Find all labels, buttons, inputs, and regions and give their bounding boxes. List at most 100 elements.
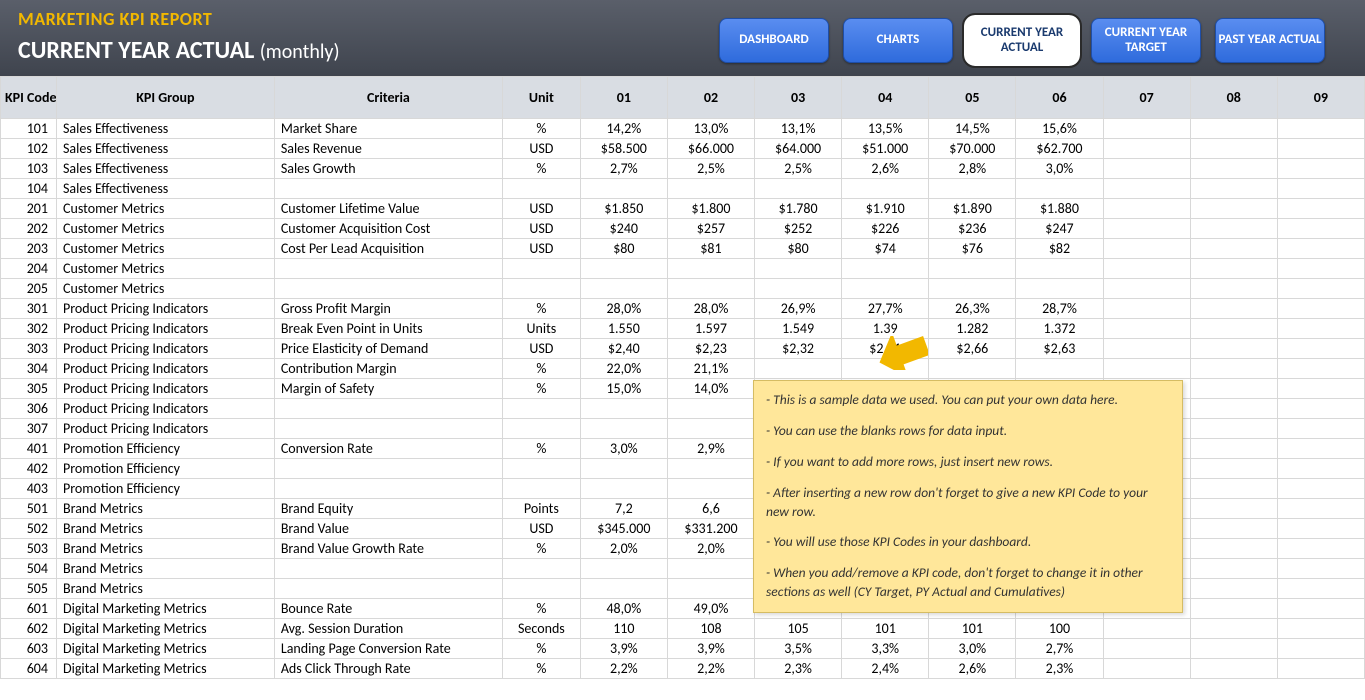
cell-unit[interactable] <box>503 179 581 199</box>
cell-m6[interactable]: 3,0% <box>1016 159 1103 179</box>
cell-unit[interactable]: Points <box>503 499 581 519</box>
cell-m2[interactable] <box>667 459 754 479</box>
cell-m5[interactable]: 3,0% <box>929 639 1016 659</box>
cell-m5[interactable]: 101 <box>929 619 1016 639</box>
cell-group[interactable]: Customer Metrics <box>57 219 275 239</box>
cell-group[interactable]: Sales Effectiveness <box>57 119 275 139</box>
cell-m9[interactable] <box>1277 419 1364 439</box>
cell-group[interactable]: Customer Metrics <box>57 279 275 299</box>
cell-m2[interactable] <box>667 399 754 419</box>
cell-criteria[interactable]: Sales Revenue <box>274 139 502 159</box>
cell-m2[interactable] <box>667 559 754 579</box>
cell-group[interactable]: Sales Effectiveness <box>57 159 275 179</box>
cell-group[interactable]: Digital Marketing Metrics <box>57 599 275 619</box>
cell-m8[interactable] <box>1190 239 1277 259</box>
cell-criteria[interactable]: Brand Equity <box>274 499 502 519</box>
cell-m6[interactable] <box>1016 279 1103 299</box>
cell-m8[interactable] <box>1190 159 1277 179</box>
cell-group[interactable]: Digital Marketing Metrics <box>57 639 275 659</box>
cell-m4[interactable] <box>842 279 929 299</box>
cell-m8[interactable] <box>1190 639 1277 659</box>
cell-criteria[interactable] <box>274 419 502 439</box>
cell-unit[interactable]: % <box>503 639 581 659</box>
cell-criteria[interactable] <box>274 399 502 419</box>
cell-unit[interactable]: USD <box>503 139 581 159</box>
cell-m2[interactable]: 1.597 <box>667 319 754 339</box>
cell-code[interactable]: 603 <box>1 639 57 659</box>
cell-m1[interactable]: $80 <box>580 239 667 259</box>
cell-m3[interactable] <box>755 179 842 199</box>
cell-code[interactable]: 601 <box>1 599 57 619</box>
cell-group[interactable]: Product Pricing Indicators <box>57 299 275 319</box>
col-group[interactable]: KPI Group <box>57 77 275 119</box>
cell-m8[interactable] <box>1190 459 1277 479</box>
cell-m7[interactable] <box>1103 359 1190 379</box>
cell-m9[interactable] <box>1277 319 1364 339</box>
cell-m9[interactable] <box>1277 119 1364 139</box>
cell-m6[interactable] <box>1016 179 1103 199</box>
cell-criteria[interactable] <box>274 559 502 579</box>
cell-group[interactable]: Customer Metrics <box>57 239 275 259</box>
cell-m4[interactable]: 3,3% <box>842 639 929 659</box>
cell-m7[interactable] <box>1103 239 1190 259</box>
cell-unit[interactable]: % <box>503 119 581 139</box>
cell-criteria[interactable]: Price Elasticity of Demand <box>274 339 502 359</box>
cell-group[interactable]: Customer Metrics <box>57 259 275 279</box>
cell-code[interactable]: 202 <box>1 219 57 239</box>
cell-m9[interactable] <box>1277 339 1364 359</box>
cell-unit[interactable] <box>503 399 581 419</box>
cell-m2[interactable]: $81 <box>667 239 754 259</box>
cell-m9[interactable] <box>1277 299 1364 319</box>
cell-m9[interactable] <box>1277 639 1364 659</box>
cell-code[interactable]: 101 <box>1 119 57 139</box>
cell-m3[interactable]: $2,32 <box>755 339 842 359</box>
cell-group[interactable]: Customer Metrics <box>57 199 275 219</box>
cell-m4[interactable]: 13,5% <box>842 119 929 139</box>
cell-unit[interactable] <box>503 479 581 499</box>
cell-m8[interactable] <box>1190 599 1277 619</box>
cell-m1[interactable]: 48,0% <box>580 599 667 619</box>
cell-m1[interactable]: $345.000 <box>580 519 667 539</box>
cell-m9[interactable] <box>1277 279 1364 299</box>
cell-m1[interactable]: 15,0% <box>580 379 667 399</box>
cell-m8[interactable] <box>1190 119 1277 139</box>
cell-m5[interactable] <box>929 359 1016 379</box>
cell-m1[interactable] <box>580 259 667 279</box>
cell-m2[interactable] <box>667 479 754 499</box>
cell-group[interactable]: Sales Effectiveness <box>57 139 275 159</box>
cell-unit[interactable]: % <box>503 299 581 319</box>
cell-m3[interactable]: 26,9% <box>755 299 842 319</box>
cell-m2[interactable]: 2,5% <box>667 159 754 179</box>
cell-m1[interactable]: 2,2% <box>580 659 667 679</box>
cell-m3[interactable]: $1.780 <box>755 199 842 219</box>
cell-m2[interactable]: $331.200 <box>667 519 754 539</box>
cell-group[interactable]: Sales Effectiveness <box>57 179 275 199</box>
cell-code[interactable]: 304 <box>1 359 57 379</box>
cell-m7[interactable] <box>1103 319 1190 339</box>
cell-m5[interactable]: $76 <box>929 239 1016 259</box>
cell-m2[interactable]: $66.000 <box>667 139 754 159</box>
cell-m7[interactable] <box>1103 339 1190 359</box>
cell-unit[interactable]: % <box>503 379 581 399</box>
cell-code[interactable]: 503 <box>1 539 57 559</box>
cell-m8[interactable] <box>1190 519 1277 539</box>
cell-criteria[interactable] <box>274 479 502 499</box>
nav-past-year-actual[interactable]: PAST YEAR ACTUAL <box>1215 18 1325 63</box>
cell-m2[interactable]: $257 <box>667 219 754 239</box>
cell-code[interactable]: 305 <box>1 379 57 399</box>
cell-m3[interactable]: $64.000 <box>755 139 842 159</box>
cell-code[interactable]: 201 <box>1 199 57 219</box>
cell-m8[interactable] <box>1190 659 1277 679</box>
cell-m1[interactable] <box>580 419 667 439</box>
cell-m3[interactable]: 3,5% <box>755 639 842 659</box>
col-m01[interactable]: 01 <box>580 77 667 119</box>
cell-m7[interactable] <box>1103 219 1190 239</box>
cell-m5[interactable]: 2,8% <box>929 159 1016 179</box>
cell-m3[interactable]: $80 <box>755 239 842 259</box>
cell-m9[interactable] <box>1277 219 1364 239</box>
cell-m4[interactable] <box>842 259 929 279</box>
cell-m6[interactable]: $247 <box>1016 219 1103 239</box>
cell-unit[interactable] <box>503 419 581 439</box>
cell-m2[interactable]: 2,0% <box>667 539 754 559</box>
cell-m1[interactable]: 2,0% <box>580 539 667 559</box>
